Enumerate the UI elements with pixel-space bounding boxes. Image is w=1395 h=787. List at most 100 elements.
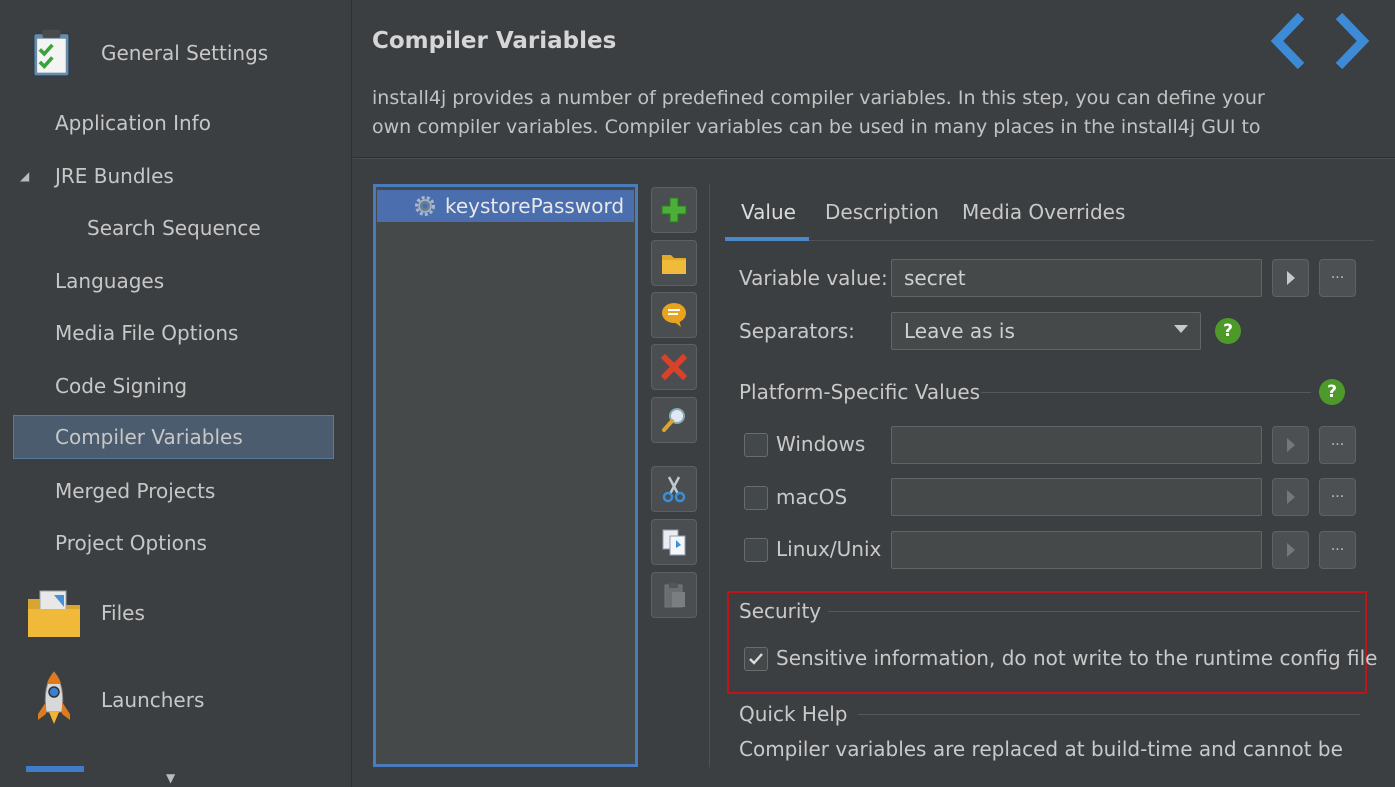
linux-edit-button[interactable]: ··· — [1319, 531, 1356, 569]
triangle-right-icon — [1286, 490, 1295, 504]
sidebar-item-code-signing[interactable]: Code Signing — [55, 364, 187, 408]
macos-arrow-button[interactable] — [1272, 478, 1309, 516]
delete-button[interactable] — [651, 344, 697, 390]
search-button[interactable] — [651, 397, 697, 443]
variable-value-edit-button[interactable]: ··· — [1319, 259, 1356, 297]
folder-icon — [662, 255, 686, 274]
sidebar-item-label: Project Options — [55, 531, 207, 555]
active-tab-indicator — [725, 237, 809, 241]
tab-description[interactable]: Description — [825, 200, 939, 224]
variable-value-label: Variable value: — [739, 266, 888, 290]
rocket-icon — [38, 671, 70, 724]
sidebar-item-label: Code Signing — [55, 374, 188, 398]
sidebar-section-general-settings[interactable]: General Settings — [0, 24, 352, 82]
platform-group-title: Platform-Specific Values — [739, 380, 981, 404]
triangle-right-icon — [1286, 543, 1295, 557]
page-description: install4j provides a number of predefine… — [372, 84, 1272, 142]
windows-checkbox[interactable] — [744, 433, 768, 457]
sidebar-item-label: JRE Bundles — [55, 164, 174, 188]
help-icon[interactable]: ? — [1319, 379, 1345, 405]
sidebar-section-files[interactable]: Files — [0, 585, 352, 641]
macos-label: macOS — [776, 485, 848, 509]
copy-icon — [662, 529, 686, 556]
triangle-right-icon — [1286, 271, 1295, 285]
cut-button[interactable] — [651, 466, 697, 512]
sidebar-item-label: Languages — [55, 269, 165, 293]
sidebar-item-label: Media File Options — [55, 321, 239, 345]
security-group-title: Security — [739, 599, 822, 623]
security-highlight-box — [727, 591, 1367, 694]
main-panel: Compiler Variables install4j provides a … — [353, 0, 1395, 787]
variable-name: keystorePassword — [445, 194, 625, 218]
sidebar-section-launchers[interactable]: Launchers — [0, 670, 352, 730]
forward-arrow-icon[interactable] — [1329, 12, 1373, 70]
group-divider — [828, 611, 1360, 612]
group-divider — [858, 714, 1360, 715]
checkmark-icon — [749, 653, 763, 665]
sidebar-item-application-info[interactable]: Application Info — [55, 101, 211, 145]
windows-label: Windows — [776, 432, 866, 456]
sidebar: General Settings Application Info ◢ JRE … — [0, 0, 352, 787]
sidebar-item-search-sequence[interactable]: Search Sequence — [87, 206, 261, 250]
sidebar-item-languages[interactable]: Languages — [55, 259, 164, 303]
sidebar-item-media-file-options[interactable]: Media File Options — [55, 311, 238, 355]
help-icon[interactable]: ? — [1215, 318, 1241, 344]
linux-label: Linux/Unix — [776, 537, 882, 561]
sensitive-info-checkbox[interactable] — [744, 647, 768, 671]
scroll-down-arrow-icon[interactable]: ▼ — [166, 771, 175, 785]
sidebar-section-label: Files — [101, 601, 145, 625]
variable-list[interactable]: keystorePassword — [373, 184, 638, 767]
paste-button[interactable] — [651, 572, 697, 618]
windows-arrow-button[interactable] — [1272, 426, 1309, 464]
macos-edit-button[interactable]: ··· — [1319, 478, 1356, 516]
gear-icon — [415, 196, 435, 216]
clipboard-check-icon — [32, 29, 71, 78]
description-line: install4j provides a number of predefine… — [372, 87, 1265, 109]
speech-bubble-icon — [662, 303, 686, 327]
sidebar-item-label: Search Sequence — [87, 216, 261, 240]
linux-arrow-button[interactable] — [1272, 531, 1309, 569]
add-folder-button[interactable] — [651, 240, 697, 286]
sidebar-item-compiler-variables[interactable]: Compiler Variables — [13, 415, 334, 459]
sidebar-item-jre-bundles[interactable]: JRE Bundles — [55, 154, 174, 198]
sidebar-item-merged-projects[interactable]: Merged Projects — [55, 469, 215, 513]
plus-icon — [661, 197, 687, 223]
sidebar-item-label: Application Info — [55, 111, 211, 135]
group-divider — [981, 392, 1311, 393]
tab-media-overrides[interactable]: Media Overrides — [962, 200, 1125, 224]
copy-button[interactable] — [651, 519, 697, 565]
sidebar-section-label: Launchers — [101, 688, 205, 712]
sidebar-item-label: Compiler Variables — [55, 425, 243, 449]
paste-icon — [664, 583, 685, 608]
sidebar-item-label: Merged Projects — [55, 479, 216, 503]
add-button[interactable] — [651, 187, 697, 233]
divider — [353, 158, 1395, 159]
linux-checkbox[interactable] — [744, 538, 768, 562]
linux-value-field[interactable] — [891, 531, 1262, 569]
sensitive-info-label: Sensitive information, do not write to t… — [776, 646, 1378, 670]
sidebar-item-project-options[interactable]: Project Options — [55, 521, 207, 565]
variable-value-field[interactable]: secret — [891, 259, 1262, 297]
windows-value-field[interactable] — [891, 426, 1262, 464]
folder-icon — [28, 590, 80, 637]
macos-checkbox[interactable] — [744, 486, 768, 510]
separators-select[interactable]: Leave as is — [891, 312, 1201, 350]
scissors-icon — [662, 476, 686, 503]
macos-value-field[interactable] — [891, 478, 1262, 516]
delete-x-icon — [660, 353, 688, 381]
variable-value-arrow-button[interactable] — [1272, 259, 1309, 297]
page-title: Compiler Variables — [372, 28, 617, 54]
quick-help-title: Quick Help — [739, 702, 848, 726]
back-arrow-icon[interactable] — [1267, 12, 1311, 70]
windows-edit-button[interactable]: ··· — [1319, 426, 1356, 464]
triangle-right-icon — [1286, 438, 1295, 452]
quick-help-text: Compiler variables are replaced at build… — [739, 737, 1343, 761]
separators-label: Separators: — [739, 319, 855, 343]
expand-triangle-icon[interactable]: ◢ — [20, 169, 29, 183]
list-item[interactable]: keystorePassword — [377, 190, 634, 222]
tab-value[interactable]: Value — [741, 200, 796, 224]
chevron-down-icon — [1174, 325, 1188, 333]
divider — [709, 184, 710, 767]
sidebar-section-label: General Settings — [101, 41, 269, 65]
comment-button[interactable] — [651, 292, 697, 338]
